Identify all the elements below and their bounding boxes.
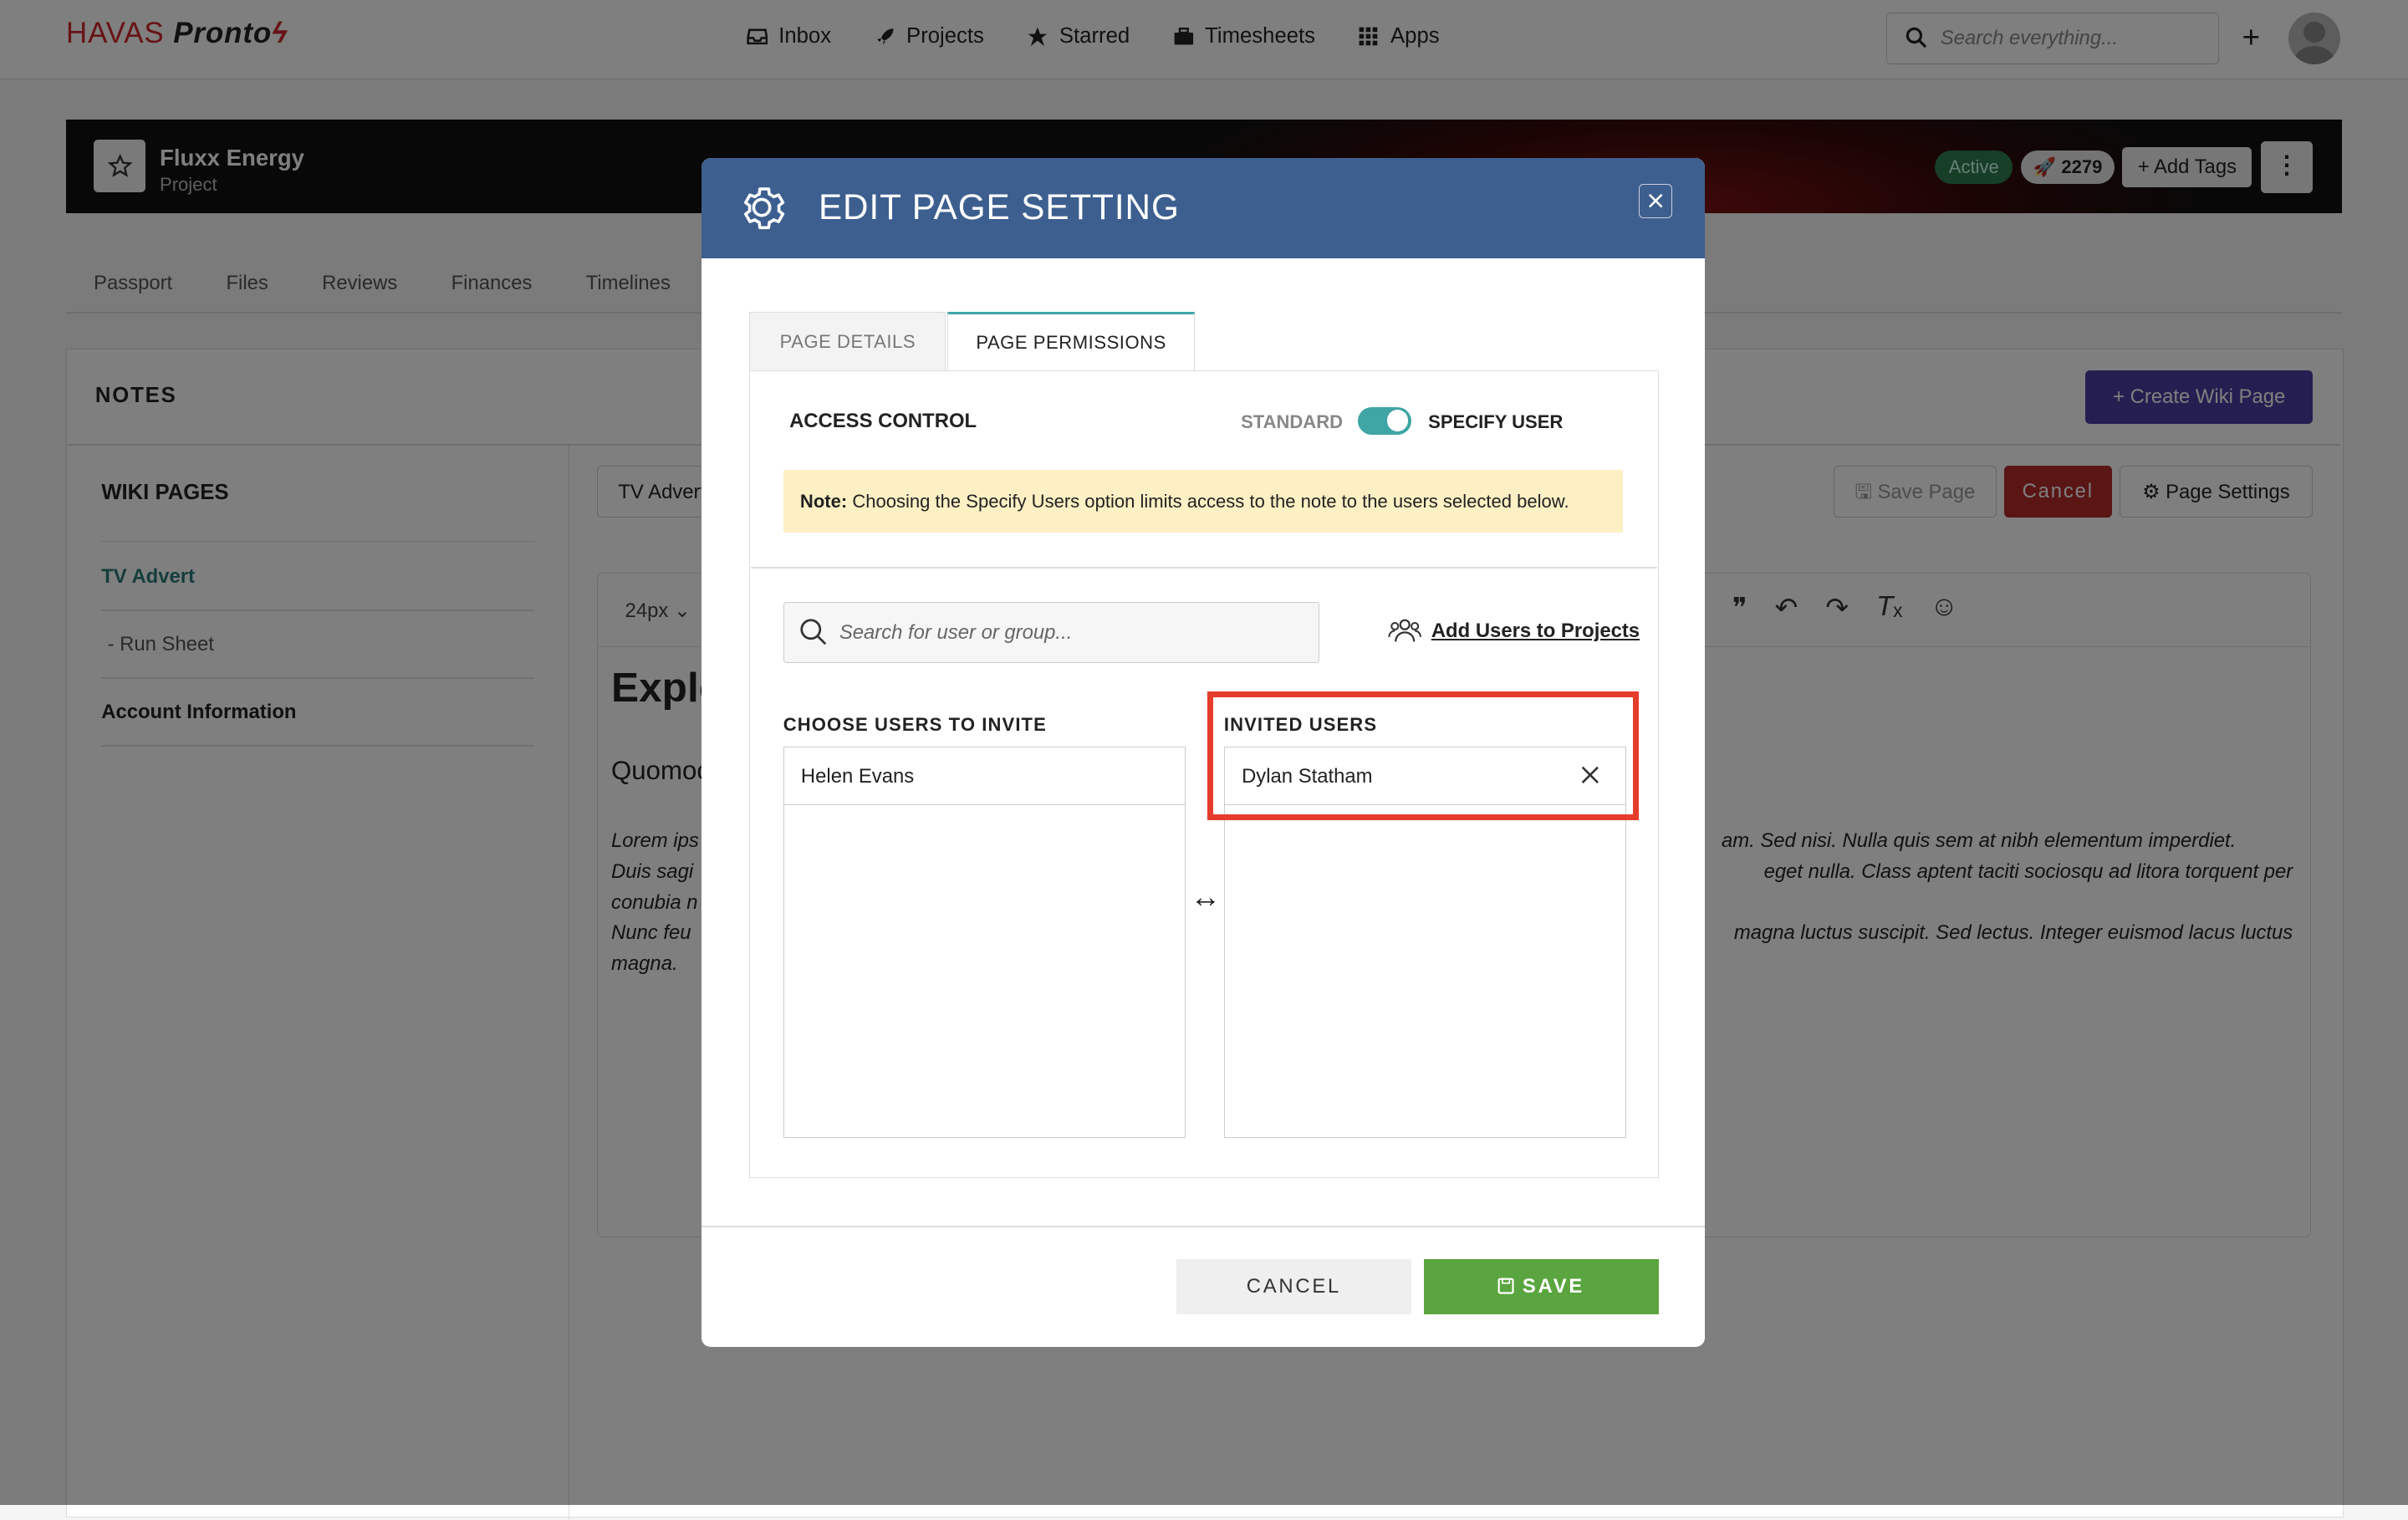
access-control-toggle[interactable]	[1357, 406, 1411, 435]
cancel-button[interactable]: CANCEL	[1176, 1259, 1411, 1315]
note-banner: Note: Choosing the Specify Users option …	[783, 470, 1624, 533]
search-icon	[800, 619, 827, 645]
divider	[751, 566, 1657, 569]
close-icon[interactable]	[1638, 184, 1673, 218]
list-item[interactable]: Helen Evans	[783, 747, 1185, 806]
add-users-to-projects-link[interactable]: Add Users to Projects	[1388, 617, 1640, 645]
highlight-box	[1207, 691, 1639, 820]
search-placeholder: Search for user or group...	[839, 621, 1073, 645]
standard-option-label[interactable]: STANDARD	[1241, 411, 1343, 433]
modal-title: EDIT PAGE SETTING	[818, 187, 1180, 227]
floppy-icon	[1497, 1278, 1514, 1294]
modal-header: EDIT PAGE SETTING	[701, 158, 1705, 258]
choose-users-list: Helen Evans	[783, 746, 1186, 1138]
specify-user-option-label[interactable]: SPECIFY USER	[1428, 411, 1563, 433]
tab-page-permissions[interactable]: PAGE PERMISSIONS	[947, 311, 1195, 372]
choose-users-heading: CHOOSE USERS TO INVITE	[783, 714, 1047, 736]
tab-page-details[interactable]: PAGE DETAILS	[749, 311, 946, 370]
users-icon	[1388, 619, 1422, 642]
app-page: HAVAS Prontoϟ Inbox Projects Starred Tim…	[0, 0, 2408, 1520]
save-button[interactable]: SAVE	[1423, 1259, 1659, 1315]
divider	[701, 1225, 1705, 1227]
access-control-label: ACCESS CONTROL	[789, 410, 977, 433]
gear-icon	[743, 187, 785, 229]
edit-page-setting-modal: EDIT PAGE SETTING PAGE DETAILS PAGE PERM…	[701, 158, 1705, 1347]
user-search-input[interactable]: Search for user or group...	[783, 601, 1319, 664]
swap-arrows-icon: ↔	[1190, 880, 1222, 915]
